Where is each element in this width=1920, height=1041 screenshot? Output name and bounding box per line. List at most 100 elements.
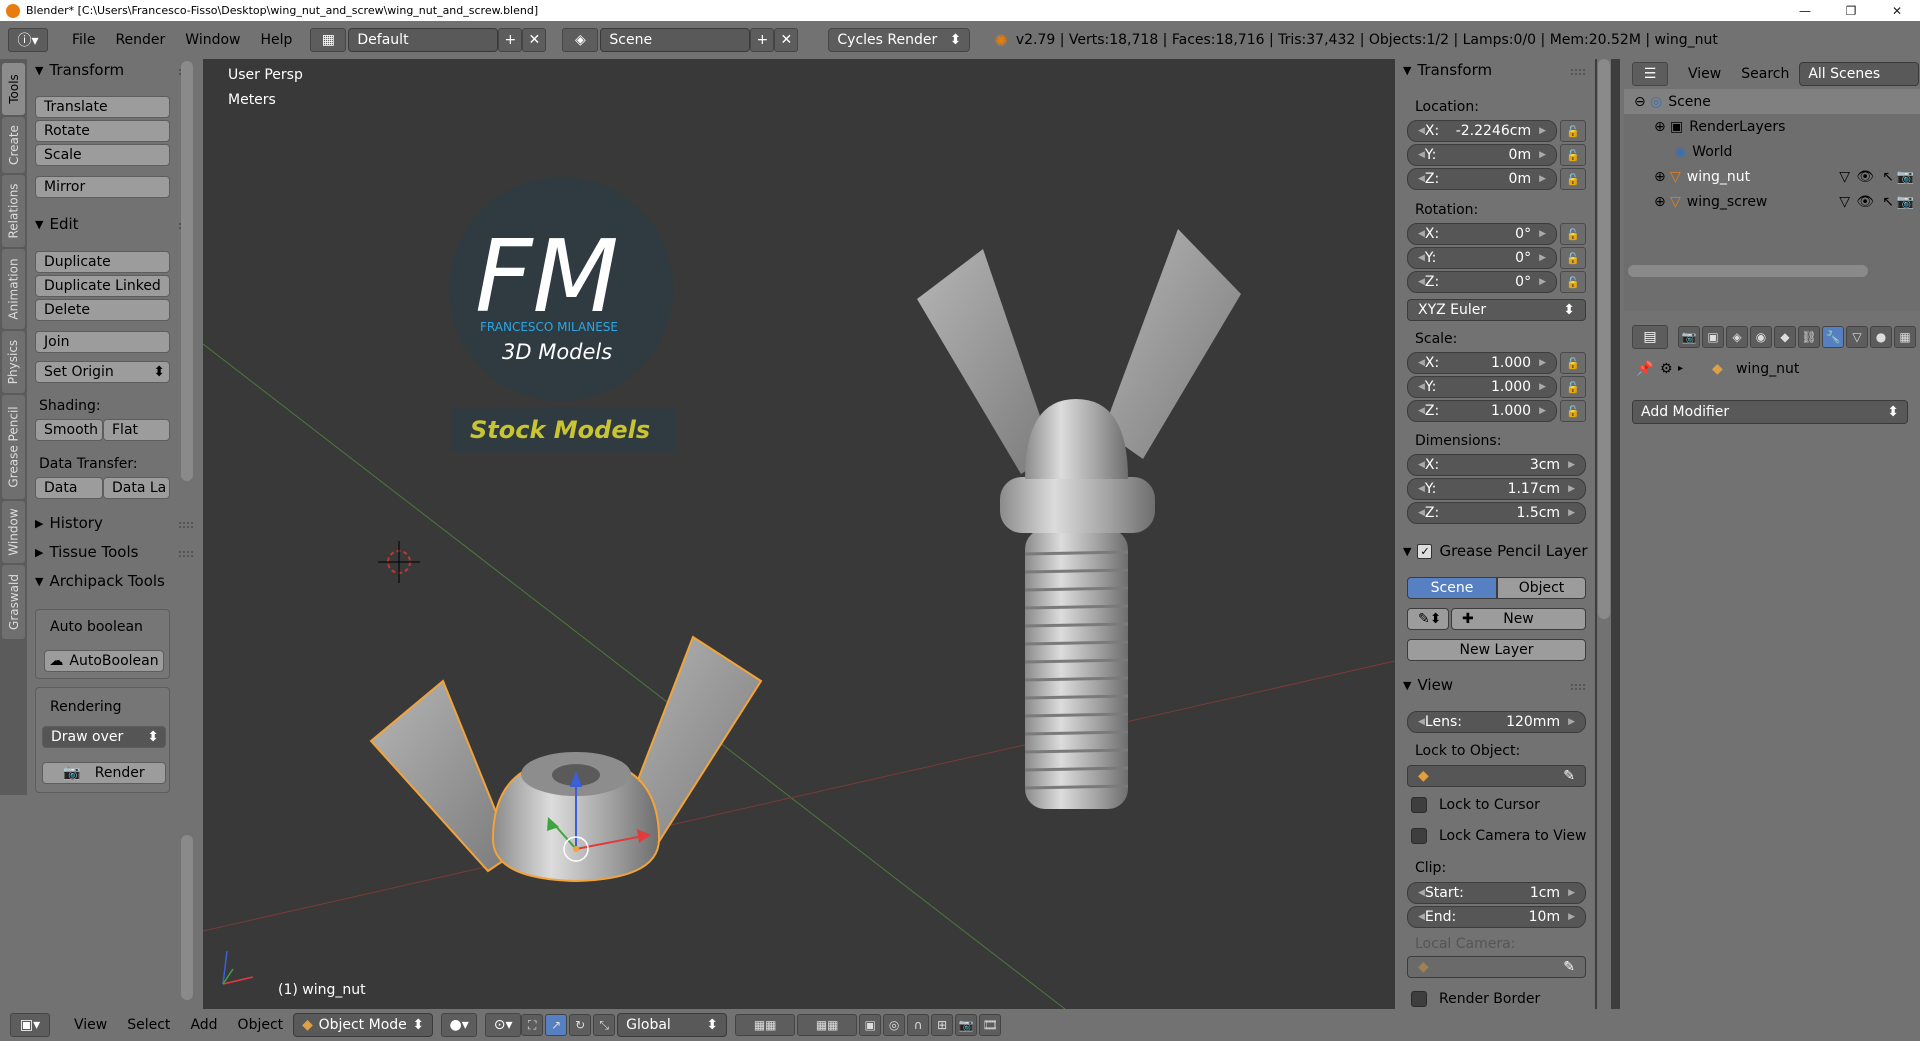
lock-to-cursor-checkbox[interactable] — [1411, 797, 1427, 813]
scale-x-field[interactable]: ◀ X: 1.000 ▶ — [1407, 352, 1557, 374]
tab-relations[interactable]: Relations — [2, 175, 25, 247]
lock-icon[interactable]: 🔓 — [1560, 223, 1586, 245]
panel-transform-header[interactable]: ▼ Transform — [35, 61, 124, 79]
editor-type-3d-icon[interactable]: ▣▾ — [10, 1013, 50, 1037]
panel-grip-icon[interactable] — [179, 522, 193, 528]
maximize-button[interactable]: ❐ — [1828, 0, 1874, 21]
proportional-edit-icon[interactable]: ◎ — [883, 1014, 906, 1036]
tab-create[interactable]: Create — [2, 117, 25, 173]
lock-camera-checkbox[interactable] — [1411, 828, 1427, 844]
panel-grip-icon[interactable] — [1571, 69, 1585, 75]
outliner-display-select[interactable]: All Scenes — [1799, 62, 1920, 86]
lock-object-field[interactable]: ◆ ✎ — [1407, 765, 1586, 787]
scale-button[interactable]: Scale — [35, 144, 170, 166]
dimensions-z-field[interactable]: ◀ Z: 1.5cm ▶ — [1407, 502, 1586, 524]
renderlayers-tab-icon[interactable]: ▣ — [1702, 326, 1724, 348]
gp-scene-toggle[interactable]: Scene — [1407, 577, 1497, 599]
3d-viewport[interactable]: FM FRANCESCO MILANESE 3D Models Stock Mo… — [203, 59, 1395, 1009]
local-camera-field[interactable]: ◆ ✎ — [1407, 956, 1586, 978]
menu-render[interactable]: Render — [105, 28, 175, 52]
panel-history-header[interactable]: ▶ History — [35, 514, 103, 532]
lock-icon[interactable]: 🔓 — [1560, 400, 1586, 422]
screen-layout-icon[interactable]: ▦ — [310, 28, 347, 52]
data-transfer-button[interactable]: Data — [35, 477, 103, 499]
snap-magnet-icon[interactable]: ∩ — [907, 1014, 930, 1036]
render-camera-icon[interactable]: 📷 — [1897, 169, 1914, 185]
orientation-select[interactable]: Global ⬍ — [617, 1013, 728, 1037]
outliner-row-scene[interactable]: ⊖ ◎ Scene — [1624, 89, 1920, 114]
scale-manipulator-icon[interactable]: ⤡ — [593, 1014, 616, 1036]
gp-new-button[interactable]: ✚ New — [1451, 608, 1586, 630]
lock-layers-icon[interactable]: ▣ — [859, 1014, 882, 1036]
outliner-menu-view[interactable]: View — [1678, 62, 1731, 86]
panel-edit-header[interactable]: ▼ Edit — [35, 215, 79, 233]
duplicate-linked-button[interactable]: Duplicate Linked — [35, 275, 170, 297]
close-button[interactable]: ✕ — [1874, 0, 1920, 21]
object-tab-icon[interactable]: ◆ — [1774, 326, 1796, 348]
cursor-select-icon[interactable]: ↖ — [1882, 169, 1894, 185]
outliner-menu-search[interactable]: Search — [1731, 62, 1799, 86]
tab-graswald[interactable]: Graswald — [2, 565, 25, 639]
opengl-render-icon[interactable]: 📷 — [955, 1014, 978, 1036]
tool-shelf-scrollbar[interactable] — [181, 61, 193, 481]
delete-button[interactable]: Delete — [35, 299, 170, 321]
outliner-row-wing-nut[interactable]: ⊕ ▽ wing_nut ▽ 👁 ↖ 📷 — [1624, 164, 1920, 189]
join-button[interactable]: Join — [35, 331, 170, 353]
collapse-icon[interactable]: ⊖ — [1634, 94, 1646, 110]
data-tab-icon[interactable]: ▽ — [1846, 326, 1868, 348]
scene-field[interactable]: Scene — [600, 28, 751, 52]
editor-type-info-icon[interactable]: ⓘ▾ — [8, 28, 48, 52]
tab-tools[interactable]: Tools — [2, 63, 25, 115]
clip-start-field[interactable]: ◀ Start: 1cm ▶ — [1407, 882, 1586, 904]
add-scene-icon[interactable]: + — [750, 28, 775, 52]
dimensions-y-field[interactable]: ◀ Y: 1.17cm ▶ — [1407, 478, 1586, 500]
lock-icon[interactable]: 🔓 — [1560, 168, 1586, 190]
grease-pencil-layer-header[interactable]: ▼ ✓ Grease Pencil Layer — [1403, 542, 1588, 560]
lock-icon[interactable]: 🔓 — [1560, 120, 1586, 142]
mirror-button[interactable]: Mirror — [35, 176, 170, 198]
scene-tab-icon[interactable]: ◈ — [1726, 326, 1748, 348]
remove-scene-icon[interactable]: ✕ — [774, 28, 799, 52]
clip-end-field[interactable]: ◀ End: 10m ▶ — [1407, 906, 1586, 928]
panel-tissue-header[interactable]: ▶ Tissue Tools — [35, 543, 138, 561]
translate-manipulator-icon[interactable]: ↗ — [545, 1014, 568, 1036]
eye-icon[interactable]: 👁 — [1856, 194, 1874, 210]
layers-grid-icon[interactable]: ▦▦ — [797, 1014, 858, 1036]
tab-physics[interactable]: Physics — [2, 331, 25, 393]
render-camera-icon[interactable]: 📷 — [1897, 194, 1914, 210]
constraints-tab-icon[interactable]: ⛓ — [1798, 326, 1820, 348]
snap-element-icon[interactable]: ⊞ — [931, 1014, 954, 1036]
lock-icon[interactable]: 🔓 — [1560, 352, 1586, 374]
pin-icon[interactable]: 📌 — [1636, 361, 1653, 377]
outliner-scrollbar[interactable] — [1628, 265, 1868, 277]
smooth-button[interactable]: Smooth — [35, 419, 103, 441]
outliner-row-renderlayers[interactable]: ⊕ ▣ RenderLayers — [1624, 114, 1920, 139]
screen-layout-field[interactable]: Default — [348, 28, 499, 52]
expand-icon[interactable]: ⊕ — [1654, 194, 1666, 210]
lock-icon[interactable]: 🔓 — [1560, 271, 1586, 293]
lock-icon[interactable]: 🔓 — [1560, 144, 1586, 166]
scale-y-field[interactable]: ◀ Y: 1.000 ▶ — [1407, 376, 1557, 398]
render-border-checkbox[interactable] — [1411, 991, 1427, 1007]
layers-grid-icon[interactable]: ▦▦ — [735, 1014, 796, 1036]
mode-select[interactable]: ◆ Object Mode ⬍ — [293, 1013, 434, 1037]
expand-icon[interactable]: ⊕ — [1654, 119, 1666, 135]
rotation-mode-select[interactable]: XYZ Euler ⬍ — [1407, 299, 1586, 321]
area-divider[interactable] — [1611, 59, 1620, 1041]
pivot-point-icon[interactable]: ⊙▾ — [485, 1013, 522, 1037]
scale-z-field[interactable]: ◀ Z: 1.000 ▶ — [1407, 400, 1557, 422]
viewport-shading-icon[interactable]: ●▾ — [441, 1013, 478, 1037]
texture-tab-icon[interactable]: ▦ — [1894, 326, 1916, 348]
tab-window[interactable]: Window — [2, 501, 25, 563]
rotate-manipulator-icon[interactable]: ↻ — [569, 1014, 592, 1036]
panel-archipack-header[interactable]: ▼ Archipack Tools — [35, 572, 185, 590]
panel-grip-icon[interactable] — [1571, 684, 1585, 690]
opengl-animation-icon[interactable]: 🎞 — [979, 1014, 1002, 1036]
world-tab-icon[interactable]: ◉ — [1750, 326, 1772, 348]
manipulator-toggle-icon[interactable]: ⛶ — [521, 1014, 544, 1036]
eye-icon[interactable]: 👁 — [1856, 169, 1874, 185]
outliner-row-wing-screw[interactable]: ⊕ ▽ wing_screw ▽ 👁 ↖ 📷 — [1624, 189, 1920, 214]
tab-animation[interactable]: Animation — [2, 249, 25, 329]
3d-cursor-icon[interactable] — [378, 541, 420, 583]
outliner-row-world[interactable]: ◉ World — [1624, 139, 1920, 164]
